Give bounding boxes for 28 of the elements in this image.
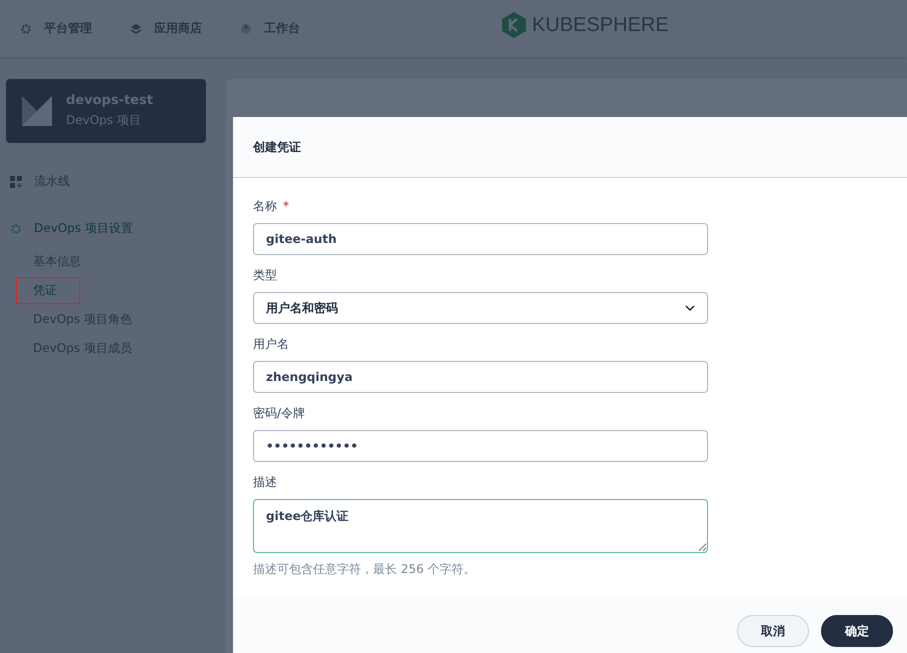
chevron-down-icon	[685, 305, 695, 311]
project-card[interactable]: devops-test DevOps 项目	[6, 79, 206, 143]
type-select[interactable]: 用户名和密码	[253, 292, 708, 324]
description-textarea[interactable]: gitee仓库认证	[253, 499, 708, 553]
text-input[interactable]: gitee-auth	[253, 223, 708, 255]
dial-icon	[240, 22, 252, 34]
dialog-title: 创建凭证	[253, 138, 301, 156]
project-name: devops-test	[66, 93, 153, 108]
field-label: 描述	[253, 474, 278, 491]
field-hint: 描述可包含任意字符，最长 256 个字符。	[253, 561, 477, 578]
project-icon	[22, 96, 52, 126]
gear-icon	[10, 222, 22, 234]
field-label: 用户名	[253, 336, 290, 353]
field-label: 名称 *	[253, 198, 290, 215]
sidebar-item[interactable]: 凭证	[33, 276, 57, 305]
required-mark: *	[283, 199, 289, 213]
sidebar-group[interactable]: DevOps 项目设置	[10, 220, 226, 237]
logo-icon	[502, 12, 526, 38]
project-type: DevOps 项目	[66, 112, 142, 129]
gear-icon	[20, 22, 32, 34]
layers-icon	[130, 22, 142, 34]
cancel-button[interactable]: 取消	[737, 615, 809, 647]
grid-icon	[10, 176, 22, 188]
field-label: 类型	[253, 267, 278, 284]
field-label: 密码/令牌	[253, 405, 306, 422]
text-input[interactable]: zhengqingya	[253, 361, 708, 393]
confirm-button[interactable]: 确定	[821, 615, 893, 647]
password-input[interactable]: ••••••••••••	[253, 430, 708, 462]
